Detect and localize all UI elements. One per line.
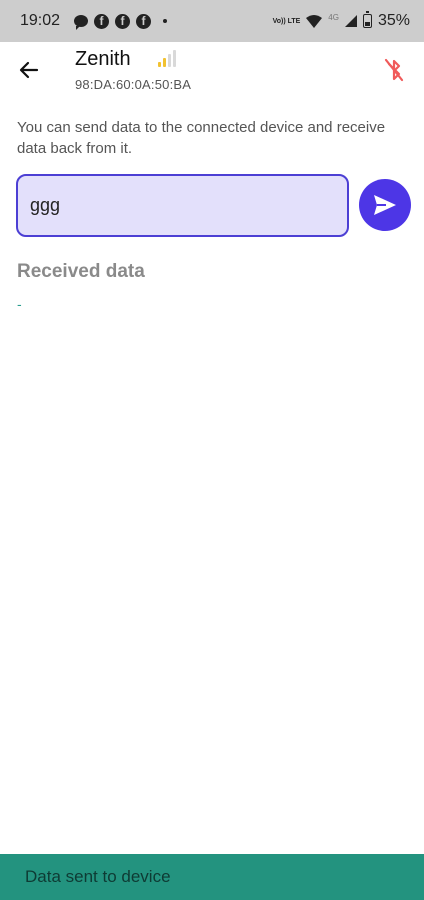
snackbar: Data sent to device: [0, 854, 424, 900]
message-input-value: ggg: [30, 195, 61, 215]
signal-strength-icon: [158, 50, 176, 67]
message-input[interactable]: ggg: [16, 174, 349, 237]
more-notifications-dot-icon: [163, 19, 168, 23]
system-icons: Vo)) LTE 4G 35%: [272, 11, 410, 30]
network-gen-label: 4G: [328, 12, 339, 22]
received-data-title: Received data: [17, 261, 145, 282]
app-bar: Zenith 98:DA:60:0A:50:BA: [0, 42, 424, 100]
battery-fill: [364, 21, 370, 26]
battery-icon: [362, 11, 372, 28]
signal-bar: [163, 58, 166, 67]
signal-bar: [158, 62, 161, 67]
wifi-icon: [306, 14, 323, 28]
arrow-left-icon[interactable]: [17, 58, 41, 82]
notification-icons: f f f: [74, 13, 168, 30]
facebook-icon: f: [115, 13, 131, 29]
chat-bubble-icon: [74, 15, 89, 30]
snackbar-message: Data sent to device: [25, 867, 171, 886]
device-name: Zenith: [75, 48, 131, 70]
status-bar: 19:02 f f f Vo)) LTE 4G 35%: [0, 0, 424, 42]
facebook-icon: f: [136, 13, 152, 29]
signal-bar: [168, 54, 171, 67]
facebook-icon: f: [94, 13, 110, 29]
send-button[interactable]: [359, 179, 411, 231]
description-text: You can send data to the connected devic…: [17, 119, 386, 157]
signal-bar: [173, 50, 176, 67]
send-icon: [374, 195, 396, 215]
battery-percent: 35%: [377, 12, 410, 29]
status-time: 19:02: [20, 12, 61, 29]
received-data-value: -: [17, 296, 22, 312]
cell-signal-icon: [344, 15, 357, 27]
device-mac-address: 98:DA:60:0A:50:BA: [75, 77, 192, 92]
volte-icon: Vo)) LTE: [272, 17, 301, 25]
bluetooth-disabled-icon[interactable]: [382, 56, 406, 84]
